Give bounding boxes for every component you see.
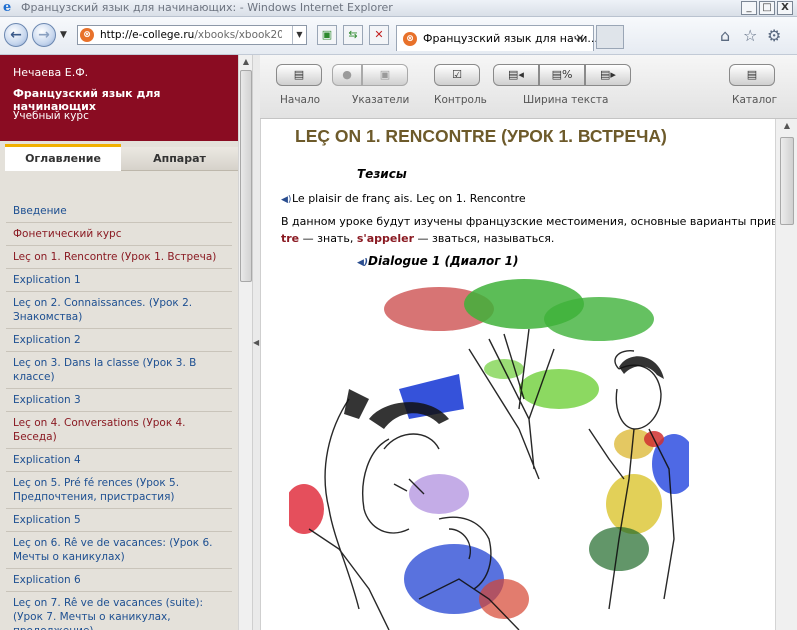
toc-item[interactable]: Explication 6: [6, 569, 232, 592]
maximize-button[interactable]: □: [759, 1, 775, 15]
toc-item[interactable]: Фонетический курс: [6, 223, 232, 246]
sidebar: Нечаева Е.Ф. Французский язык для начина…: [0, 55, 238, 630]
sidebar-scrollbar[interactable]: ▲: [238, 55, 252, 630]
tab-label: Французский язык для начи...: [423, 32, 598, 45]
tab-contents[interactable]: Оглавление: [5, 144, 121, 171]
toc-item[interactable]: Leç on 6. Rê ve de vacances: (Урок 6. Ме…: [6, 532, 232, 569]
author-name: Нечаева Е.Ф.: [13, 66, 89, 79]
window-title: Французский язык для начинающих: - Windo…: [21, 1, 393, 14]
settings-gear-icon[interactable]: ⚙: [767, 26, 781, 45]
tab-close-icon[interactable]: ×: [575, 31, 585, 45]
catalog-icon: ▤: [746, 68, 758, 81]
sidebar-tabs: Оглавление Аппарат: [0, 141, 238, 171]
content-scrollbar[interactable]: ▲: [775, 119, 797, 630]
pointers-label: Указатели: [352, 94, 410, 106]
lesson-title: LEÇ ON 1. RENCONTRE (УРОК 1. ВСТРЕЧА): [295, 126, 667, 146]
toc-item[interactable]: Explication 4: [6, 449, 232, 472]
toc-item[interactable]: Введение: [6, 200, 232, 223]
stop-icon[interactable]: ✕: [369, 25, 389, 45]
page-icon: ▤: [293, 68, 305, 81]
tab-active[interactable]: ⊗ Французский язык для начи... ×: [396, 25, 598, 51]
keyword-sappeler: s'appeler: [356, 232, 415, 245]
toc-item[interactable]: Leç on 2. Connaissances. (Урок 2. Знаком…: [6, 292, 232, 329]
history-dropdown-icon[interactable]: ▼: [60, 30, 67, 40]
text-wide-icon: ▤▸: [600, 68, 616, 81]
forward-arrow-icon: →: [38, 27, 50, 43]
text-narrow-icon: ▤◂: [508, 68, 524, 81]
book-toolbar: ▤ ● ▣ ☑ ▤◂ ▤% ▤▸ ▤ Начало Указатели Конт…: [260, 55, 797, 119]
toc-item[interactable]: Leç on 7. Rê ve de vacances (suite): (Ур…: [6, 592, 232, 630]
toc-item[interactable]: Leç on 4. Conversations (Урок 4. Беседа): [6, 412, 232, 449]
text-width-label: Ширина текста: [523, 94, 609, 106]
home-icon[interactable]: ⌂: [720, 26, 730, 45]
address-dropdown-icon[interactable]: ▼: [292, 26, 306, 44]
address-url[interactable]: http://e-college.ru/xbooks/xbook200: [100, 29, 282, 41]
toc-item[interactable]: Explication 1: [6, 269, 232, 292]
panel-splitter[interactable]: ◀: [252, 55, 260, 630]
back-arrow-icon: ←: [10, 27, 22, 43]
toc-item[interactable]: Leç on 5. Pré fé rences (Урок 5. Предпоч…: [6, 472, 232, 509]
pointer-list-button[interactable]: ▣: [362, 64, 408, 86]
lesson-content: LEÇ ON 1. RENCONTRE (УРОК 1. ВСТРЕЧА) Те…: [260, 119, 775, 630]
pointer-person-button[interactable]: ●: [332, 64, 362, 86]
keyword-etre: tre: [281, 232, 300, 245]
audio-line: ◀)Le plaisir de franç ais. Leç on 1. Ren…: [281, 192, 526, 205]
speaker-icon[interactable]: ◀): [357, 258, 368, 268]
course-type: Учебный курс: [13, 110, 89, 122]
toc-item[interactable]: Leç on 3. Dans la classe (Урок 3. В клас…: [6, 352, 232, 389]
theses-heading: Тезисы: [357, 167, 407, 181]
address-bar[interactable]: ⊗ http://e-college.ru/xbooks/xbook200 ▼: [77, 25, 307, 45]
home-button[interactable]: ▤: [276, 64, 322, 86]
collapse-arrow-icon[interactable]: ◀: [253, 338, 259, 347]
table-of-contents: Введение Фонетический курс Leç on 1. Renco…: [6, 200, 232, 630]
forward-button[interactable]: →: [32, 23, 56, 47]
text-width-percent-button[interactable]: ▤%: [539, 64, 585, 86]
dialogue-heading: ◀)Dialogue 1 (Диалог 1): [357, 254, 519, 268]
toc-item[interactable]: Explication 2: [6, 329, 232, 352]
text-width-narrow-button[interactable]: ▤◂: [493, 64, 539, 86]
course-header: Нечаева Е.Ф. Французский язык для начина…: [0, 55, 238, 141]
scrollbar-thumb[interactable]: [780, 137, 794, 225]
window-titlebar: e Французский язык для начинающих: - Win…: [0, 0, 797, 17]
catalog-button[interactable]: ▤: [729, 64, 775, 86]
favorites-star-icon[interactable]: ☆: [743, 26, 757, 45]
catalog-label: Каталог: [732, 94, 778, 106]
site-favicon-icon: ⊗: [80, 28, 94, 42]
text-percent-icon: ▤%: [551, 68, 573, 81]
speaker-icon[interactable]: ◀): [281, 195, 292, 205]
close-window-button[interactable]: X: [777, 1, 793, 15]
refresh-icon[interactable]: ⇆: [343, 25, 363, 45]
control-label: Контроль: [434, 94, 487, 106]
user-card-icon: ▣: [379, 68, 391, 81]
text-width-wide-button[interactable]: ▤▸: [585, 64, 631, 86]
scroll-up-icon[interactable]: ▲: [780, 121, 794, 135]
toc-item[interactable]: Explication 3: [6, 389, 232, 412]
tab-favicon-icon: ⊗: [403, 32, 417, 46]
vocab-line: tre — знать, s'appeler — зваться, называ…: [281, 232, 555, 245]
scrollbar-thumb[interactable]: [240, 70, 252, 282]
toc-item[interactable]: Explication 5: [6, 509, 232, 532]
tab-apparatus[interactable]: Аппарат: [121, 147, 238, 171]
new-tab-button[interactable]: [596, 25, 624, 49]
minimize-button[interactable]: _: [741, 1, 757, 15]
intro-text: В данном уроке будут изучены французские…: [281, 215, 775, 228]
toc-item[interactable]: Leç on 1. Rencontre (Урок 1. Встреча): [6, 246, 232, 269]
checkbox-icon: ☑: [452, 68, 462, 81]
dialogue-illustration: [289, 279, 689, 630]
back-button[interactable]: ←: [4, 23, 28, 47]
home-label: Начало: [280, 94, 321, 106]
ie-logo-icon: e: [3, 0, 12, 15]
compatibility-view-icon[interactable]: ▣: [317, 25, 337, 45]
scroll-up-icon[interactable]: ▲: [240, 55, 252, 69]
browser-toolbar: ← → ▼ ⊗ http://e-college.ru/xbooks/xbook…: [0, 17, 797, 55]
control-button[interactable]: ☑: [434, 64, 480, 86]
person-icon: ●: [342, 68, 352, 81]
